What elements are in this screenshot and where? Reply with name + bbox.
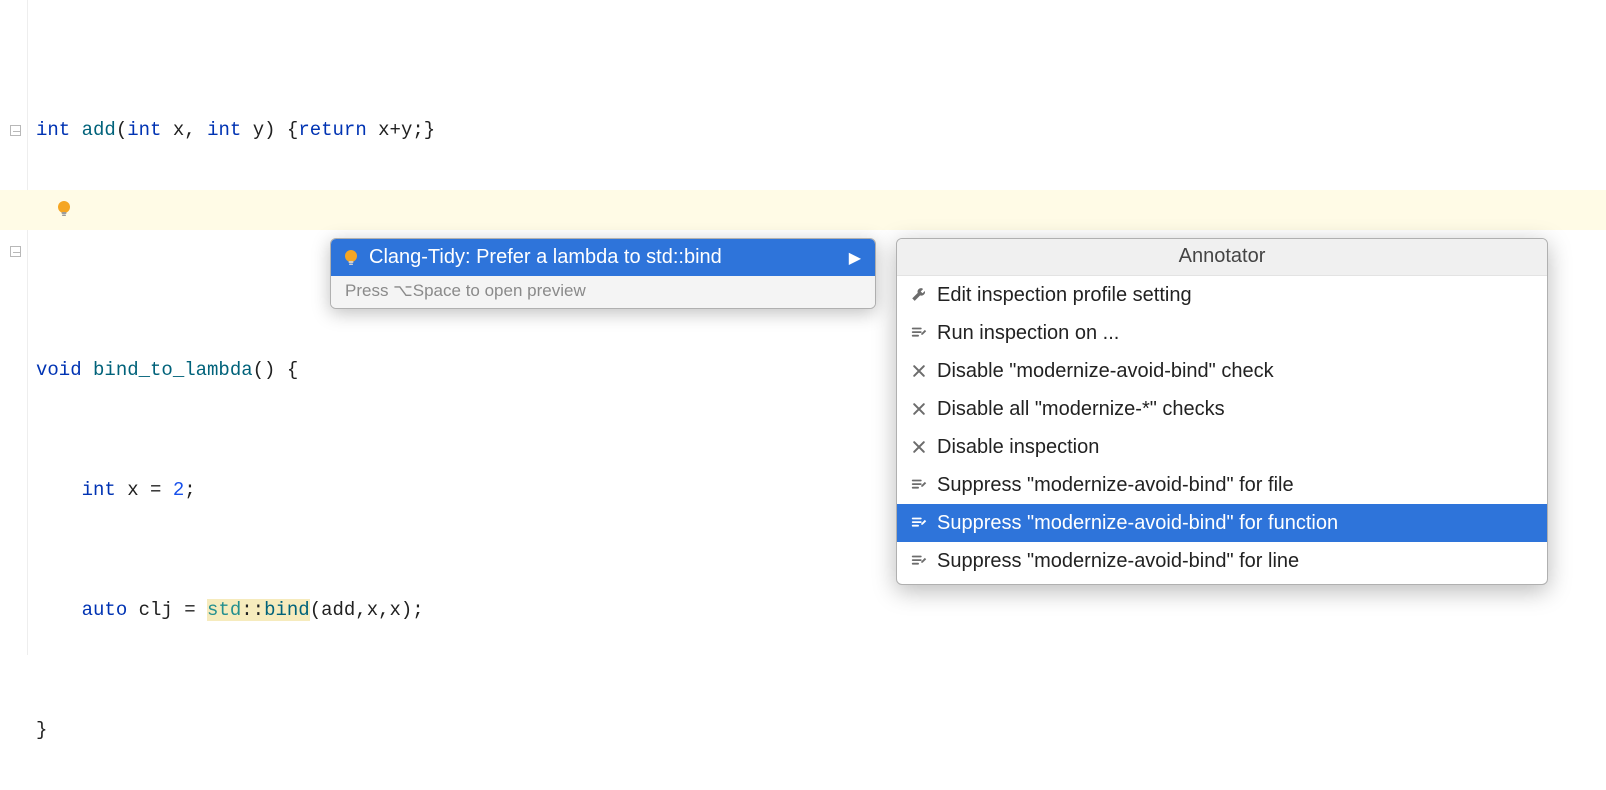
wrench-icon <box>907 286 931 304</box>
function-name: add <box>82 119 116 141</box>
fold-marker[interactable] <box>10 246 21 257</box>
code-line: int add(int x, int y) {return x+y;} <box>36 110 1606 150</box>
run-icon <box>907 476 931 494</box>
submenu-item-label: Suppress "modernize-avoid-bind" for func… <box>937 509 1533 537</box>
submenu-title: Annotator <box>897 239 1547 276</box>
submenu-item[interactable]: Edit inspection profile setting <box>897 276 1547 314</box>
submenu-item-label: Disable all "modernize-*" checks <box>937 395 1533 423</box>
inspection-submenu: Annotator Edit inspection profile settin… <box>896 238 1548 585</box>
run-icon <box>907 552 931 570</box>
submenu-item[interactable]: Suppress "modernize-avoid-bind" for func… <box>897 504 1547 542</box>
submenu-item-label: Disable inspection <box>937 433 1533 461</box>
submenu-item[interactable]: Disable inspection <box>897 428 1547 466</box>
submenu-item[interactable]: Run inspection on ... <box>897 314 1547 352</box>
submenu-item[interactable]: Disable "modernize-avoid-bind" check <box>897 352 1547 390</box>
fold-marker[interactable] <box>10 125 21 136</box>
inspection-primary-label: Clang-Tidy: Prefer a lambda to std::bind <box>361 246 841 269</box>
code-line: } <box>36 710 1606 750</box>
keyword: int <box>36 119 70 141</box>
intention-bulb-icon[interactable] <box>54 199 74 219</box>
inspection-popup: Clang-Tidy: Prefer a lambda to std::bind… <box>330 238 876 309</box>
code-line-warning: auto clj = std::bind(add,x,x); <box>36 590 1606 630</box>
run-icon <box>907 324 931 342</box>
x-icon <box>907 363 931 379</box>
inspection-hint: Press ⌥Space to open preview <box>331 276 875 308</box>
submenu-item[interactable]: Disable all "modernize-*" checks <box>897 390 1547 428</box>
submenu-item-label: Disable "modernize-avoid-bind" check <box>937 357 1533 385</box>
submenu-item-label: Suppress "modernize-avoid-bind" for line <box>937 547 1533 575</box>
chevron-right-icon: ▶ <box>849 248 861 268</box>
run-icon <box>907 514 931 532</box>
submenu-item-label: Edit inspection profile setting <box>937 281 1533 309</box>
inspection-primary-action[interactable]: Clang-Tidy: Prefer a lambda to std::bind… <box>331 239 875 276</box>
submenu-item[interactable]: Suppress "modernize-avoid-bind" for line <box>897 542 1547 580</box>
submenu-item-label: Run inspection on ... <box>937 319 1533 347</box>
submenu-item[interactable]: Suppress "modernize-avoid-bind" for file <box>897 466 1547 504</box>
submenu-item-label: Suppress "modernize-avoid-bind" for file <box>937 471 1533 499</box>
intention-bulb-icon <box>341 248 361 268</box>
editor-gutter <box>0 0 28 655</box>
x-icon <box>907 439 931 455</box>
x-icon <box>907 401 931 417</box>
